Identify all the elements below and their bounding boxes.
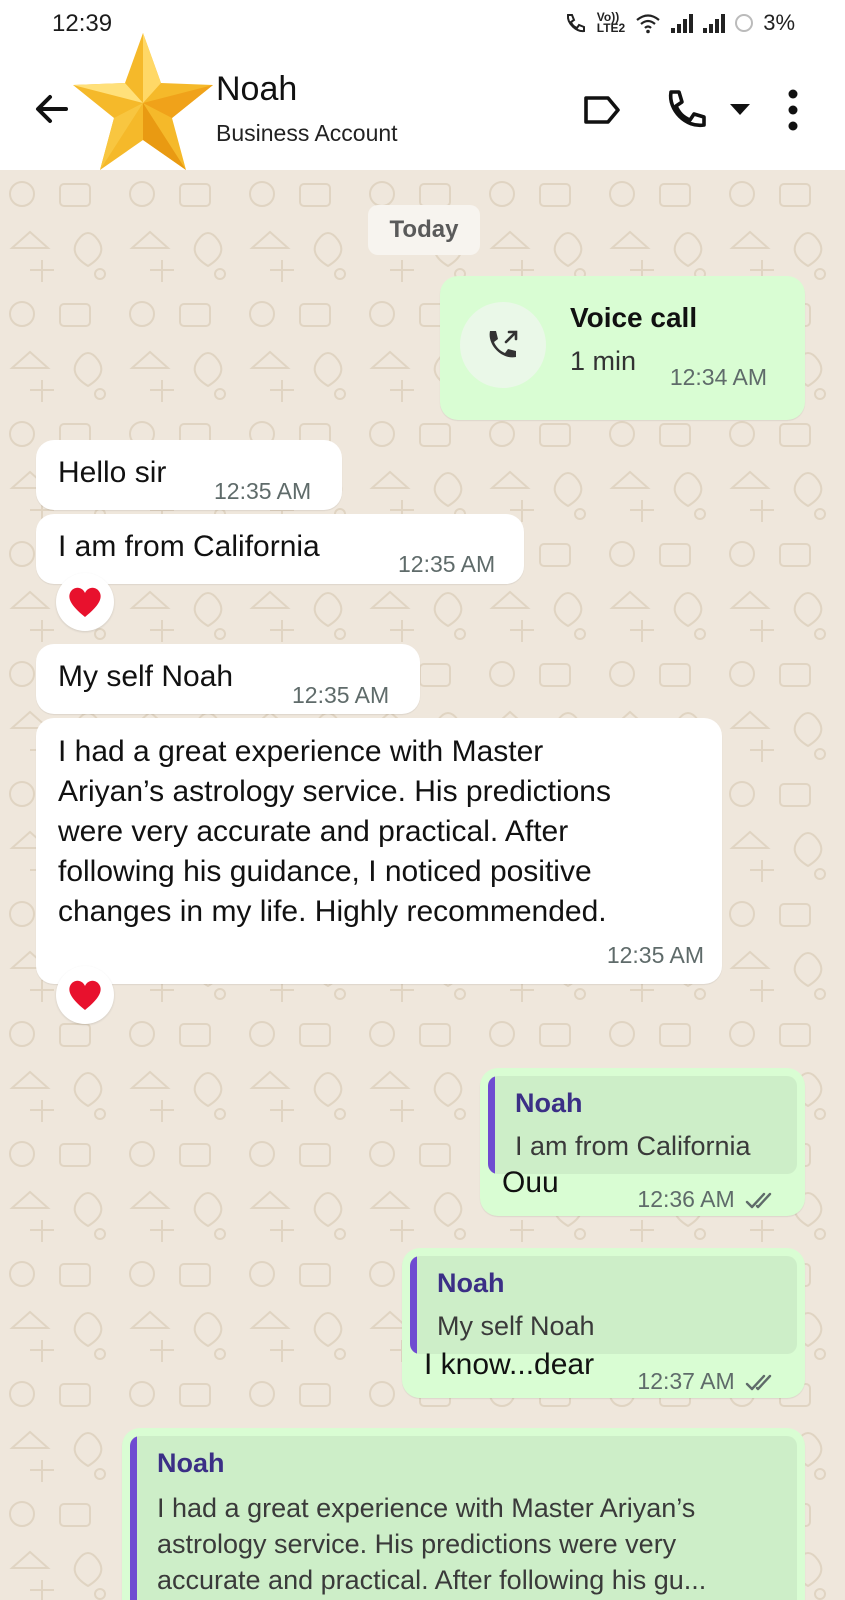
message-text: I am from California (58, 530, 320, 563)
message-bubble[interactable]: Hello sir 12:35 AM (36, 440, 342, 510)
contact-subtitle[interactable]: Business Account (216, 120, 398, 147)
message-time: 12:35 AM (606, 942, 704, 968)
date-chip: Today (368, 205, 480, 255)
message-text: I know...dear (424, 1348, 595, 1381)
volte-indicator: Vo)) LTE2 (596, 11, 626, 35)
message-time: 12:35 AM (292, 682, 390, 708)
call-icon-circle (460, 302, 546, 388)
message-text: I had a great experience with Master Ari… (58, 732, 611, 932)
quote-bar (410, 1256, 417, 1354)
heart-reaction[interactable] (56, 573, 114, 631)
message-bubble[interactable]: My self Noah 12:35 AM (36, 644, 420, 714)
call-status-icon (566, 14, 585, 33)
quote-text: My self Noah (437, 1311, 595, 1341)
volte-bottom-label: LTE2 (596, 21, 626, 35)
message-time-text: 12:37 AM (637, 1368, 735, 1394)
message-time: 12:36 AM (637, 1186, 779, 1213)
contact-name[interactable]: Noah (216, 70, 297, 109)
message-time-text: 12:36 AM (637, 1186, 735, 1212)
quote-author: Noah (157, 1448, 225, 1478)
heart-reaction[interactable] (56, 966, 114, 1024)
quote-bar (488, 1076, 495, 1174)
call-time: 12:34 AM (669, 364, 767, 390)
message-line: were very accurate and practical. After (58, 815, 569, 848)
voice-call-bubble[interactable]: Voice call 1 min 12:34 AM (440, 276, 805, 420)
message-bubble[interactable]: I am from California 12:35 AM (36, 514, 524, 584)
chat-header: Noah Business Account (0, 33, 845, 170)
star-avatar[interactable] (68, 28, 218, 178)
call-duration: 1 min (570, 346, 637, 376)
reply-bubble[interactable]: Noah I am from California Ouu 12:36 AM (480, 1068, 805, 1216)
message-bubble[interactable]: I had a great experience with Master Ari… (36, 718, 722, 984)
reply-bubble[interactable]: Noah My self Noah I know...dear 12:37 AM (402, 1248, 805, 1398)
message-time: 12:35 AM (398, 551, 496, 577)
quote-line: astrology service. His predictions were … (157, 1529, 677, 1559)
quote-text: I had a great experience with Master Ari… (157, 1490, 706, 1598)
message-line: following his guidance, I noticed positi… (58, 855, 592, 888)
outgoing-call-icon (489, 330, 518, 358)
quote-line: accurate and practical. After following … (157, 1565, 707, 1595)
signal-icon-1 (671, 13, 694, 33)
heart-icon (69, 587, 101, 617)
quote-author: Noah (437, 1268, 505, 1298)
message-text: Hello sir (58, 456, 167, 489)
quoted-message[interactable]: Noah I am from California (488, 1076, 797, 1174)
battery-ring-icon (735, 14, 754, 32)
call-title: Voice call (570, 302, 698, 333)
message-text: Ouu (502, 1166, 559, 1199)
quote-author: Noah (515, 1088, 583, 1118)
heart-icon (69, 980, 101, 1010)
phone-icon[interactable] (662, 88, 708, 134)
chat-area[interactable]: Today Voice call 1 min 12:34 AM Hello si… (0, 170, 845, 1600)
read-ticks-icon (745, 1192, 772, 1209)
quote-text: I am from California (515, 1131, 751, 1161)
reply-bubble[interactable]: Noah I had a great experience with Maste… (122, 1428, 805, 1600)
message-text: My self Noah (58, 660, 234, 693)
signal-icon-2 (703, 13, 726, 33)
message-line: Ariyan’s astrology service. His predicti… (58, 775, 611, 808)
quote-bar (130, 1436, 137, 1600)
quoted-message[interactable]: Noah I had a great experience with Maste… (130, 1436, 797, 1600)
label-icon[interactable] (580, 88, 624, 132)
dropdown-arrow-icon[interactable] (728, 102, 752, 118)
quote-line: I had a great experience with Master Ari… (157, 1493, 696, 1523)
message-line: changes in my life. Highly recommended. (58, 895, 607, 928)
message-time: 12:35 AM (214, 478, 312, 504)
more-vertical-icon[interactable] (786, 88, 800, 132)
message-line: I had a great experience with Master (58, 735, 544, 768)
message-time: 12:37 AM (637, 1368, 779, 1395)
status-icons: Vo)) LTE2 3% (563, 10, 795, 36)
read-ticks-icon (745, 1374, 772, 1391)
wifi-icon (636, 14, 660, 34)
battery-percent: 3% (763, 10, 795, 35)
quoted-message[interactable]: Noah My self Noah (410, 1256, 797, 1354)
